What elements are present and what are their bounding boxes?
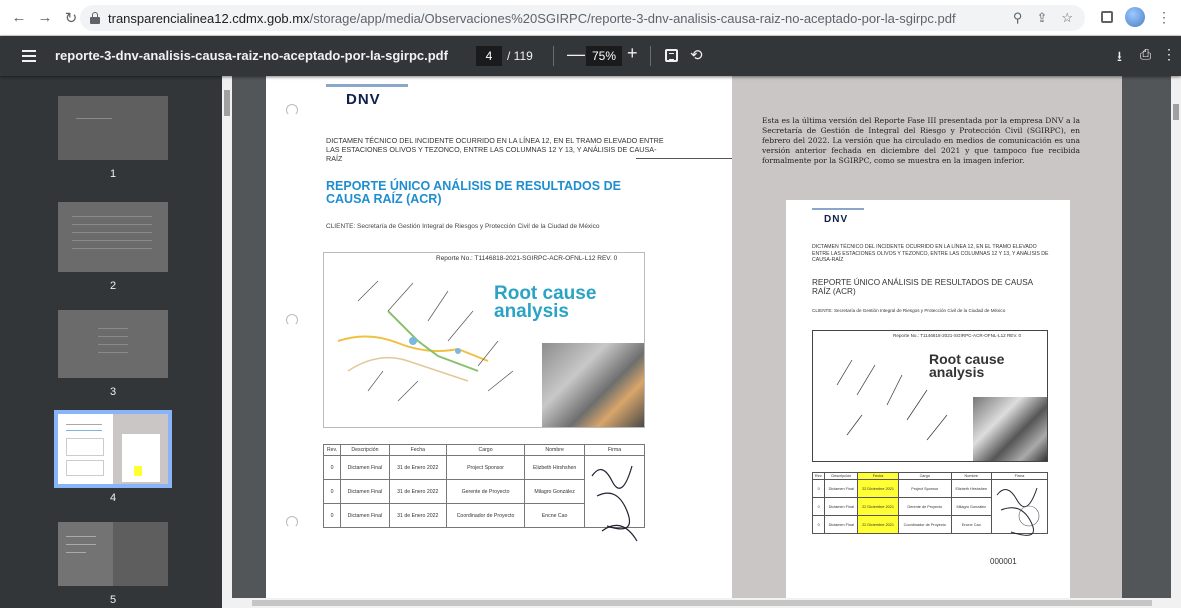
signature-table: Rev. Descripción Fecha Cargo Nombre Firm… [322,444,645,542]
zoom-magnifier-icon[interactable]: ⚲ [1013,10,1023,26]
dnv-logo: DNV [812,208,864,225]
inner-root-cause-graphic: Root cause analysis [929,351,1005,380]
report-cover-box: Reporte No.: T1146818-2021-SGIRPC-ACR-OF… [323,252,645,428]
viewer-vertical-scrollbar[interactable] [1171,76,1181,608]
pdf-page-left: DNV DICTAMEN TÉCNICO DEL INCIDENTE OCURR… [266,76,732,608]
table-header: Cargo [445,444,526,456]
zoom-level-input[interactable]: 75% [586,46,622,66]
rotate-icon[interactable]: ⟲ [690,46,703,64]
page-number-input[interactable]: 4 [476,46,502,66]
print-icon[interactable]: ⎙ [1140,46,1151,63]
table-header: Rev. [322,444,342,456]
report-number: Reporte No.: T1146818-2021-SGIRPC-ACR-OF… [436,255,618,262]
url-path: /storage/app/media/Observaciones%20SGIRP… [309,10,956,26]
viaduct-photo [542,343,644,427]
signature-scribble [591,465,638,542]
share-icon[interactable]: ⇪ [1036,10,1047,26]
inner-client-line: CLIENTE: Secretaría de Gestión Integral … [812,308,1006,313]
download-icon[interactable]: ⭳ [1117,46,1122,70]
client-line: CLIENTE: Secretaría de Gestión Integral … [326,223,600,230]
explanation-paragraph: Esta es la última versión del Reporte Fa… [762,116,1080,165]
table-row: 0 Dictamen Final 31 de Enero 2022 Project S… [322,455,645,542]
binder-hole [286,516,298,528]
chrome-menu-icon[interactable]: ⋮ [1157,9,1171,26]
table-header: Nombre [524,444,585,456]
pdf-toolbar: reporte-3-dnv-analisis-causa-raiz-no-ace… [0,36,1181,76]
sidebar-scrollbar[interactable] [222,76,232,608]
report-title: REPORTE ÚNICO ANÁLISIS DE RESULTADOS DE … [326,179,621,206]
table-row: 0 Dictamen Final 22 Diciembre 2021 Project … [811,479,1048,536]
address-bar[interactable]: transparencialinea12.cdmx.gob.mx/storage… [80,5,1085,31]
thumbnail-page-4[interactable]: 4 [54,410,172,504]
thumbnail-sidebar: 1 2 3 4 5 [0,76,232,608]
thumbnail-image [58,310,168,378]
embedded-report-image: DNV DICTAMEN TÉCNICO DEL INCIDENTE OCURR… [786,200,1070,606]
thumbnail-label: 2 [109,280,117,292]
thumbnail-image [54,410,172,488]
url-host: transparencialinea12.cdmx.gob.mx [108,10,310,26]
thumbnail-image [58,202,168,272]
folio-number: 000001 [990,557,1017,566]
side-panel-icon[interactable] [1101,11,1113,23]
table-header: Descripción [340,444,390,456]
reload-icon[interactable]: ↻ [60,7,82,29]
viewer-horizontal-scrollbar[interactable] [232,598,1171,608]
forward-arrow-icon[interactable]: → [34,7,56,29]
dnv-logo: DNV [326,84,408,108]
table-header: Fecha [388,444,447,456]
inner-signature-table: Rev. Descripción Fecha Cargo Nombre Firm… [811,472,1048,536]
inner-signature-scribble [996,487,1040,536]
thumbnail-page-3[interactable]: 3 [55,310,171,398]
binder-hole [286,314,298,326]
toolbar-divider [553,46,554,66]
inner-viaduct-photo [973,397,1047,461]
lock-icon[interactable] [90,12,100,24]
url-text[interactable]: transparencialinea12.cdmx.gob.mx/storage… [108,11,956,26]
binder-hole [286,104,298,116]
root-cause-analysis-graphic: Root cause analysis [494,283,597,322]
pdf-viewer: DNV DICTAMEN TÉCNICO DEL INCIDENTE OCURR… [232,76,1181,608]
back-arrow-icon[interactable]: ← [8,7,30,29]
pdf-page-right: Esta es la última versión del Reporte Fa… [732,76,1122,608]
page-total: / 119 [507,49,533,63]
zoom-in-button[interactable]: + [627,43,638,64]
thumbnail-image [58,522,168,586]
thumbnail-label: 5 [109,594,117,606]
thumbnail-label: 3 [109,386,117,398]
dictamen-heading: DICTAMEN TÉCNICO DEL INCIDENTE OCURRIDO … [326,136,664,163]
thumbnail-label: 1 [109,168,117,180]
fit-to-page-icon[interactable] [665,49,678,62]
zoom-out-button[interactable]: — [567,44,585,65]
table-header: Firma [584,444,645,456]
inner-report-title: REPORTE ÚNICO ANÁLISIS DE RESULTADOS DE … [812,278,1033,296]
thumbnail-label: 4 [109,492,117,504]
thumbnail-page-5[interactable]: 5 [55,522,171,606]
thumbnail-page-1[interactable]: 1 [55,96,171,180]
inner-cover-box: Reporte No.: T1146818-2021-SGIRPC-ACR-OF… [812,330,1048,462]
thumbnail-image [58,96,168,160]
bookmark-star-icon[interactable]: ☆ [1061,10,1073,26]
hamburger-menu-icon[interactable] [22,50,36,62]
inner-report-number: Reporte No.: T1146818-2021-SGIRPC-ACR-OF… [893,333,1022,338]
browser-toolbar: ← → ↻ transparencialinea12.cdmx.gob.mx/s… [0,0,1181,36]
inner-dictamen: DICTAMEN TÉCNICO DEL INCIDENTE OCURRIDO … [812,244,1049,263]
profile-avatar[interactable] [1125,7,1145,27]
toolbar-divider [650,46,651,66]
thumbnail-page-2[interactable]: 2 [55,202,171,292]
more-actions-icon[interactable]: ⋮ [1162,46,1176,63]
document-title: reporte-3-dnv-analisis-causa-raiz-no-ace… [55,48,448,63]
